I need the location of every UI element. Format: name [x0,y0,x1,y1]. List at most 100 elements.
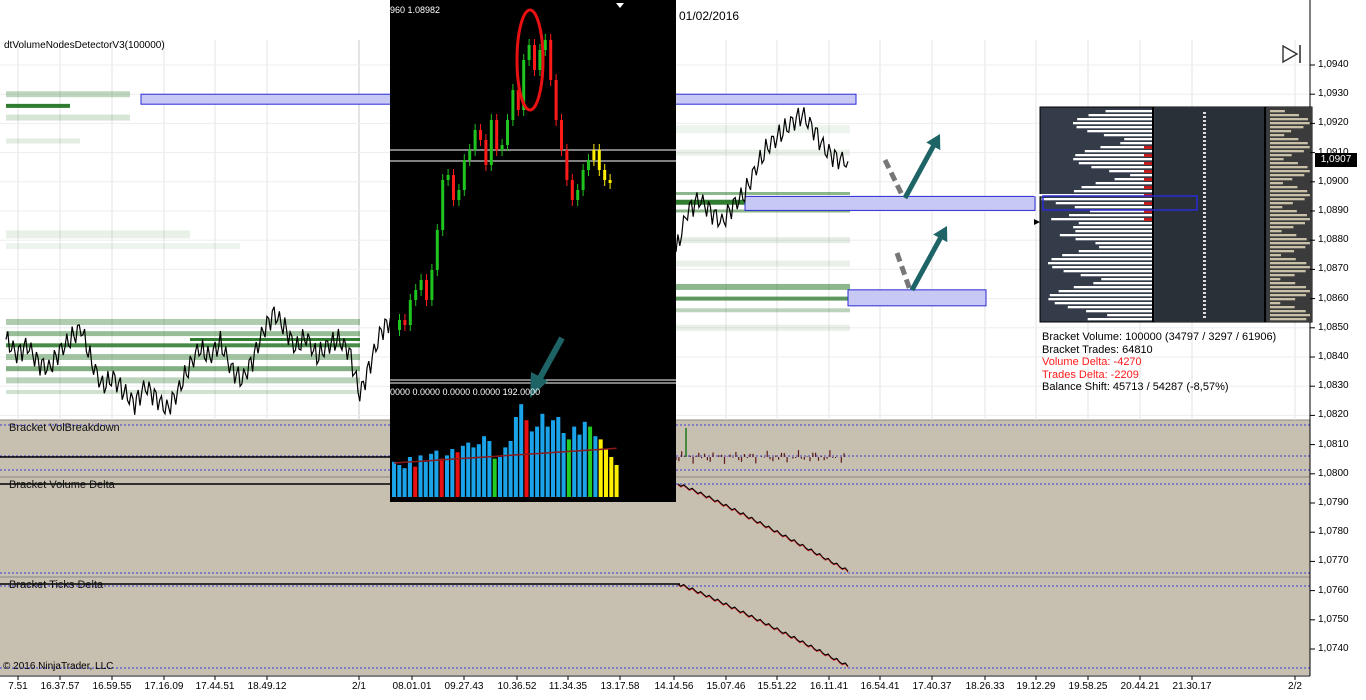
profile-bar [1073,190,1153,193]
volume-node-band [676,283,850,290]
profile-dot [1203,200,1206,202]
y-tick-label: 1,0820 [1318,409,1349,421]
profile-dot [1203,268,1206,270]
x-tick-label: 17.40.37 [912,681,952,692]
balance-shift-text: Balance Shift: 45713 / 54287 (-8,57%) [1042,381,1229,393]
inset-arrow-shaft [537,336,565,380]
inset-candle [597,150,601,170]
profile-bar-right [1270,298,1296,301]
volume-node-band [676,260,850,267]
profile-dot [1203,284,1206,286]
profile-dot [1203,244,1206,246]
profile-bar [1058,290,1153,293]
x-tick-label: 11.34.35 [548,681,588,692]
profile-bar [1103,134,1153,137]
profile-bar [1107,314,1153,317]
profile-bar-right [1270,230,1282,233]
x-tick-label: 16.11.41 [809,681,849,692]
profile-bar [1049,294,1153,297]
profile-bar [1124,138,1153,141]
y-tick-label: 1,0830 [1318,380,1349,392]
dashed-pointer-upper [882,158,906,199]
play-end-icon[interactable] [1281,44,1303,64]
profile-bar-red [1144,218,1153,221]
profile-dot [1203,264,1206,266]
inset-candle [430,270,434,300]
volume-delta-text: Volume Delta: -4270 [1042,356,1142,368]
inset-volume-bar [508,441,513,497]
profile-bar-red [1144,146,1153,149]
inset-candle [533,45,536,70]
profile-bar-red [1144,170,1153,173]
profile-bar [1086,310,1153,313]
inset-volume-bar [540,413,545,497]
profile-bar-right [1270,150,1304,153]
y-tick-label: 1,0860 [1318,292,1349,304]
profile-bar [1075,154,1153,157]
inset-volume-bar [434,450,439,497]
profile-bar [1081,186,1153,189]
profile-dot [1203,124,1206,126]
profile-bar-right [1270,134,1285,137]
profile-bar-right [1270,142,1308,145]
inset-candle [587,160,590,170]
profile-bar-right [1270,306,1295,309]
inset-candle [462,160,466,190]
profile-bar-right [1270,274,1295,277]
inset-chart: 960 1.08982 0000 0.0000 0.0000 0.0000 19… [390,0,676,502]
inset-volume-bar [392,461,396,497]
inset-bottom-text: 0000 0.0000 0.0000 0.0000 192.0000 [390,387,541,397]
profile-dot [1203,128,1206,130]
profile-bar [1051,218,1153,221]
profile-bar-right [1270,138,1299,141]
profile-bar-right [1270,182,1283,185]
x-tick-label: 7.51 [8,681,28,692]
y-tick-label: 1,0920 [1318,117,1349,129]
profile-dot [1203,172,1206,174]
y-tick-label: 1,0900 [1318,175,1349,187]
inset-volume-bar [561,433,566,497]
y-tick-label: 1,0780 [1318,526,1349,538]
profile-bar-right [1270,202,1293,205]
profile-dot [1203,132,1206,134]
profile-dot [1203,164,1206,166]
profile-bar-right [1270,290,1310,293]
profile-bar-right [1270,126,1304,129]
inset-volume-bar [545,426,550,497]
inset-volume-bar [572,426,577,497]
profile-bar [1087,318,1153,321]
panel-title-volume-delta: Bracket Volume Delta [9,479,115,491]
volume-node-band [6,366,360,372]
profile-bar-red [1144,178,1153,181]
profile-bar [1062,254,1153,257]
volume-node-band [676,125,850,134]
profile-bar [1054,302,1153,305]
volume-node-band [6,103,70,108]
profile-bar [1130,174,1153,177]
panel-title-ticks-delta: Bracket Ticks Delta [9,579,104,591]
profile-dot [1203,308,1206,310]
bracket-stats: Bracket Volume: 100000 (34797 / 3297 / 6… [1042,331,1276,394]
inset-volume-bar [593,436,598,497]
x-tick-label: 08.01.01 [392,681,432,692]
indicator-label: dtVolumeNodesDetectorV3(100000) [4,40,165,51]
x-tick-label: 13.17.58 [600,681,640,692]
profile-bar-right [1270,170,1310,173]
profile-dot [1203,296,1206,298]
inset-candle [549,40,553,80]
inset-volume-bar [423,461,428,497]
profile-bar [1067,306,1153,309]
profile-bar-right [1270,318,1307,321]
inset-candle [489,120,493,165]
volume-node-band [6,243,240,250]
inset-volume-bar [466,442,471,497]
volume-node-band [6,331,360,337]
x-tick-label: 16.59.55 [92,681,132,692]
profile-bar-right [1270,242,1310,245]
profile-bar [1084,150,1153,153]
inset-volume-bar [450,449,455,497]
profile-bar-right [1270,246,1306,249]
profile-dot [1203,148,1206,150]
profile-bar-right [1270,178,1293,181]
volume-node-band [6,318,360,325]
